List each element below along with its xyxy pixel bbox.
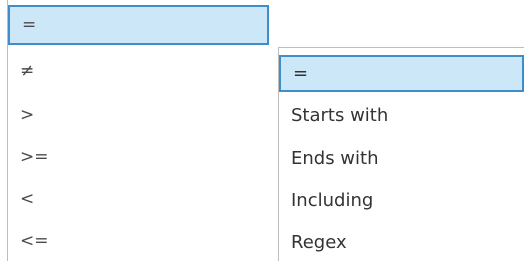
comparison-operator-dropdown: = ≠ > >= < <= [7, 0, 269, 261]
option-label: < [20, 189, 35, 209]
option-starts-with[interactable]: Starts with [279, 94, 524, 136]
option-label: = [293, 63, 309, 84]
option-including[interactable]: Including [279, 179, 524, 221]
option-equals[interactable]: = [8, 5, 269, 45]
option-greater-or-equal[interactable]: >= [8, 136, 269, 178]
option-regex[interactable]: Regex [279, 221, 524, 263]
option-label: <= [20, 231, 49, 251]
option-label: = [22, 15, 37, 35]
option-label: >= [20, 147, 49, 167]
option-label: Ends with [291, 147, 379, 169]
option-label: Starts with [291, 104, 389, 126]
option-less-or-equal[interactable]: <= [8, 220, 269, 262]
option-label: Regex [291, 231, 347, 253]
option-less-than[interactable]: < [8, 178, 269, 220]
option-greater-than[interactable]: > [8, 94, 269, 136]
option-ends-with[interactable]: Ends with [279, 137, 524, 179]
option-equals[interactable]: = [279, 55, 524, 92]
option-not-equal[interactable]: ≠ [8, 50, 269, 92]
option-label: > [20, 105, 35, 125]
option-label: ≠ [20, 61, 35, 81]
text-match-dropdown: = Starts with Ends with Including Regex [278, 47, 524, 261]
option-label: Including [291, 189, 374, 211]
